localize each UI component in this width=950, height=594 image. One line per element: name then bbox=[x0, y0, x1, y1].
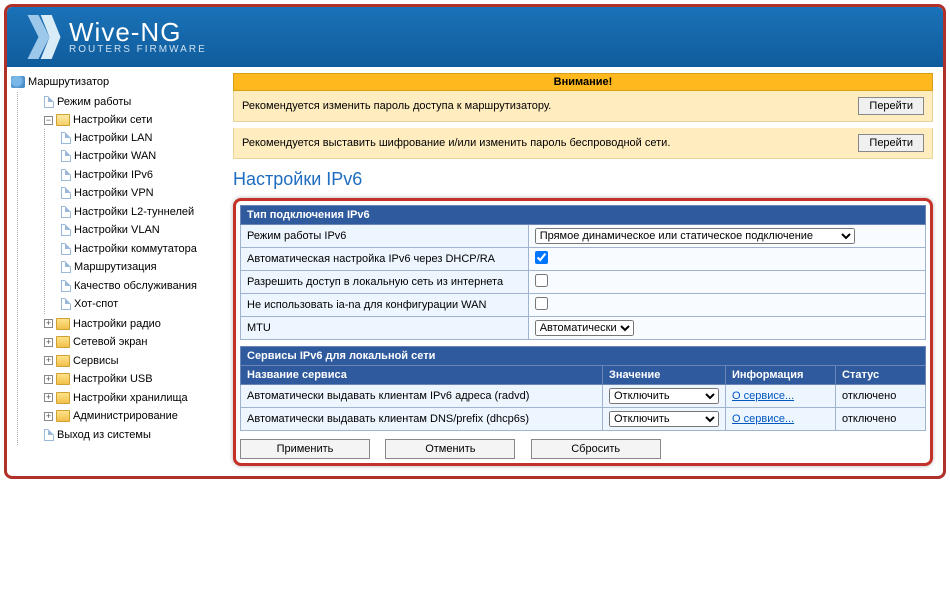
expand-toggle[interactable]: + bbox=[44, 338, 53, 347]
label-auto-dhcp: Автоматическая настройка IPv6 через DHCP… bbox=[241, 248, 529, 271]
goto-button[interactable]: Перейти bbox=[858, 97, 924, 115]
sidebar-lan[interactable]: Настройки LAN bbox=[74, 132, 152, 144]
col-info: Информация bbox=[726, 366, 836, 385]
sidebar-wan[interactable]: Настройки WAN bbox=[74, 150, 156, 162]
page-icon bbox=[61, 224, 71, 236]
sidebar-storage[interactable]: Настройки хранилища bbox=[73, 392, 188, 404]
label-ipv6-mode: Режим работы IPv6 bbox=[241, 225, 529, 248]
sidebar-ipv6[interactable]: Настройки IPv6 bbox=[74, 169, 153, 181]
sidebar-l2[interactable]: Настройки L2-туннелей bbox=[74, 206, 194, 218]
sidebar-logout[interactable]: Выход из системы bbox=[57, 429, 151, 441]
sidebar-usb[interactable]: Настройки USB bbox=[73, 373, 153, 385]
sidebar-switch[interactable]: Настройки коммутатора bbox=[74, 243, 197, 255]
sidebar-admin[interactable]: Администрирование bbox=[73, 410, 178, 422]
sidebar: Маршрутизатор Режим работы − Настройки се… bbox=[7, 67, 227, 476]
sidebar-services[interactable]: Сервисы bbox=[73, 355, 119, 367]
apply-button[interactable]: Применить bbox=[240, 439, 370, 459]
label-no-iana: Не использовать ia-na для конфигурации W… bbox=[241, 294, 529, 317]
sidebar-qos[interactable]: Качество обслуживания bbox=[74, 280, 197, 292]
sidebar-hotspot[interactable]: Хот-спот bbox=[74, 298, 118, 310]
app-header: Wive-NG ROUTERS FIRMWARE bbox=[7, 7, 943, 67]
col-status: Статус bbox=[836, 366, 926, 385]
checkbox-no-iana[interactable] bbox=[535, 297, 548, 310]
svc-section-header: Сервисы IPv6 для локальной сети bbox=[241, 347, 926, 366]
sidebar-radio[interactable]: Настройки радио bbox=[73, 318, 161, 330]
svc-row-dhcp6s: Автоматически выдавать клиентам DNS/pref… bbox=[241, 408, 926, 431]
page-icon bbox=[61, 243, 71, 255]
warning-row-wifi: Рекомендуется выставить шифрование и/или… bbox=[233, 128, 933, 159]
sidebar-vlan[interactable]: Настройки VLAN bbox=[74, 224, 160, 236]
checkbox-allow-lan[interactable] bbox=[535, 274, 548, 287]
ipv6-settings-panel: Тип подключения IPv6 Режим работы IPv6 П… bbox=[233, 198, 933, 466]
sidebar-routing[interactable]: Маршрутизация bbox=[74, 261, 157, 273]
folder-icon bbox=[56, 373, 70, 385]
warning-text: Рекомендуется изменить пароль доступа к … bbox=[242, 100, 551, 112]
page-icon bbox=[61, 169, 71, 181]
svc-info-link[interactable]: О сервисе... bbox=[732, 413, 794, 425]
page-icon bbox=[61, 187, 71, 199]
page-icon bbox=[61, 206, 71, 218]
goto-button[interactable]: Перейти bbox=[858, 134, 924, 152]
page-icon bbox=[61, 261, 71, 273]
cancel-button[interactable]: Отменить bbox=[385, 439, 515, 459]
page-icon bbox=[61, 150, 71, 162]
svc-status: отключено bbox=[836, 408, 926, 431]
svc-status: отключено bbox=[836, 385, 926, 408]
logo-chevron-icon bbox=[27, 15, 61, 59]
expand-toggle[interactable]: + bbox=[44, 393, 53, 402]
folder-icon bbox=[56, 318, 70, 330]
page-title: Настройки IPv6 bbox=[233, 169, 933, 190]
ipv6-type-header: Тип подключения IPv6 bbox=[241, 206, 926, 225]
folder-icon bbox=[56, 392, 70, 404]
page-icon bbox=[61, 298, 71, 310]
warning-text: Рекомендуется выставить шифрование и/или… bbox=[242, 137, 670, 149]
sidebar-root[interactable]: Маршрутизатор bbox=[28, 76, 109, 88]
expand-toggle[interactable]: + bbox=[44, 319, 53, 328]
checkbox-auto-dhcp[interactable] bbox=[535, 251, 548, 264]
warning-row-password: Рекомендуется изменить пароль доступа к … bbox=[233, 91, 933, 122]
col-value: Значение bbox=[603, 366, 726, 385]
select-ipv6-mode[interactable]: Прямое динамическое или статическое подк… bbox=[535, 228, 855, 244]
collapse-toggle[interactable]: − bbox=[44, 116, 53, 125]
brand-title: Wive-NG bbox=[69, 19, 207, 45]
svc-value-select[interactable]: Отключить bbox=[609, 411, 719, 427]
page-icon bbox=[44, 96, 54, 108]
page-icon bbox=[61, 132, 71, 144]
folder-open-icon bbox=[56, 114, 70, 126]
col-name: Название сервиса bbox=[241, 366, 603, 385]
sidebar-net[interactable]: Настройки сети bbox=[73, 114, 152, 126]
label-mtu: MTU bbox=[241, 317, 529, 340]
expand-toggle[interactable]: + bbox=[44, 412, 53, 421]
select-mtu[interactable]: Автоматически bbox=[535, 320, 634, 336]
folder-icon bbox=[56, 336, 70, 348]
svc-name: Автоматически выдавать клиентам DNS/pref… bbox=[241, 408, 603, 431]
expand-toggle[interactable]: + bbox=[44, 356, 53, 365]
router-icon bbox=[11, 76, 25, 88]
warning-header: Внимание! bbox=[233, 73, 933, 91]
folder-icon bbox=[56, 410, 70, 422]
folder-icon bbox=[56, 355, 70, 367]
expand-toggle[interactable]: + bbox=[44, 375, 53, 384]
sidebar-fw[interactable]: Сетевой экран bbox=[73, 336, 148, 348]
sidebar-mode[interactable]: Режим работы bbox=[57, 96, 131, 108]
svc-info-link[interactable]: О сервисе... bbox=[732, 390, 794, 402]
sidebar-vpn[interactable]: Настройки VPN bbox=[74, 187, 154, 199]
svc-name: Автоматически выдавать клиентам IPv6 адр… bbox=[241, 385, 603, 408]
svc-row-radvd: Автоматически выдавать клиентам IPv6 адр… bbox=[241, 385, 926, 408]
svc-value-select[interactable]: Отключить bbox=[609, 388, 719, 404]
label-allow-lan: Разрешить доступ в локальную сеть из инт… bbox=[241, 271, 529, 294]
page-icon bbox=[44, 429, 54, 441]
brand-subtitle: ROUTERS FIRMWARE bbox=[69, 45, 207, 55]
page-icon bbox=[61, 280, 71, 292]
reset-button[interactable]: Сбросить bbox=[531, 439, 661, 459]
